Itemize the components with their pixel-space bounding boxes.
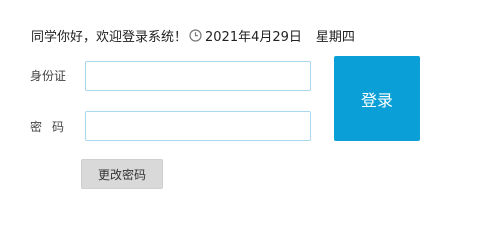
login-page: 同学你好，欢迎登录系统！ 2021年4月29日 星期四 身份证 密码 登录 更改… <box>0 0 491 224</box>
welcome-bar: 同学你好，欢迎登录系统！ 2021年4月29日 星期四 <box>31 26 355 45</box>
login-button[interactable]: 登录 <box>334 56 420 141</box>
id-card-input[interactable] <box>85 61 311 91</box>
id-card-label: 身份证 <box>30 69 67 83</box>
clock-icon <box>189 28 202 42</box>
current-weekday: 星期四 <box>315 29 355 45</box>
current-date: 2021年4月29日 <box>205 29 302 45</box>
welcome-text: 同学你好，欢迎登录系统！ <box>31 29 188 45</box>
password-input[interactable] <box>85 111 311 141</box>
change-password-button[interactable]: 更改密码 <box>81 159 163 189</box>
password-label: 密码 <box>30 120 75 134</box>
